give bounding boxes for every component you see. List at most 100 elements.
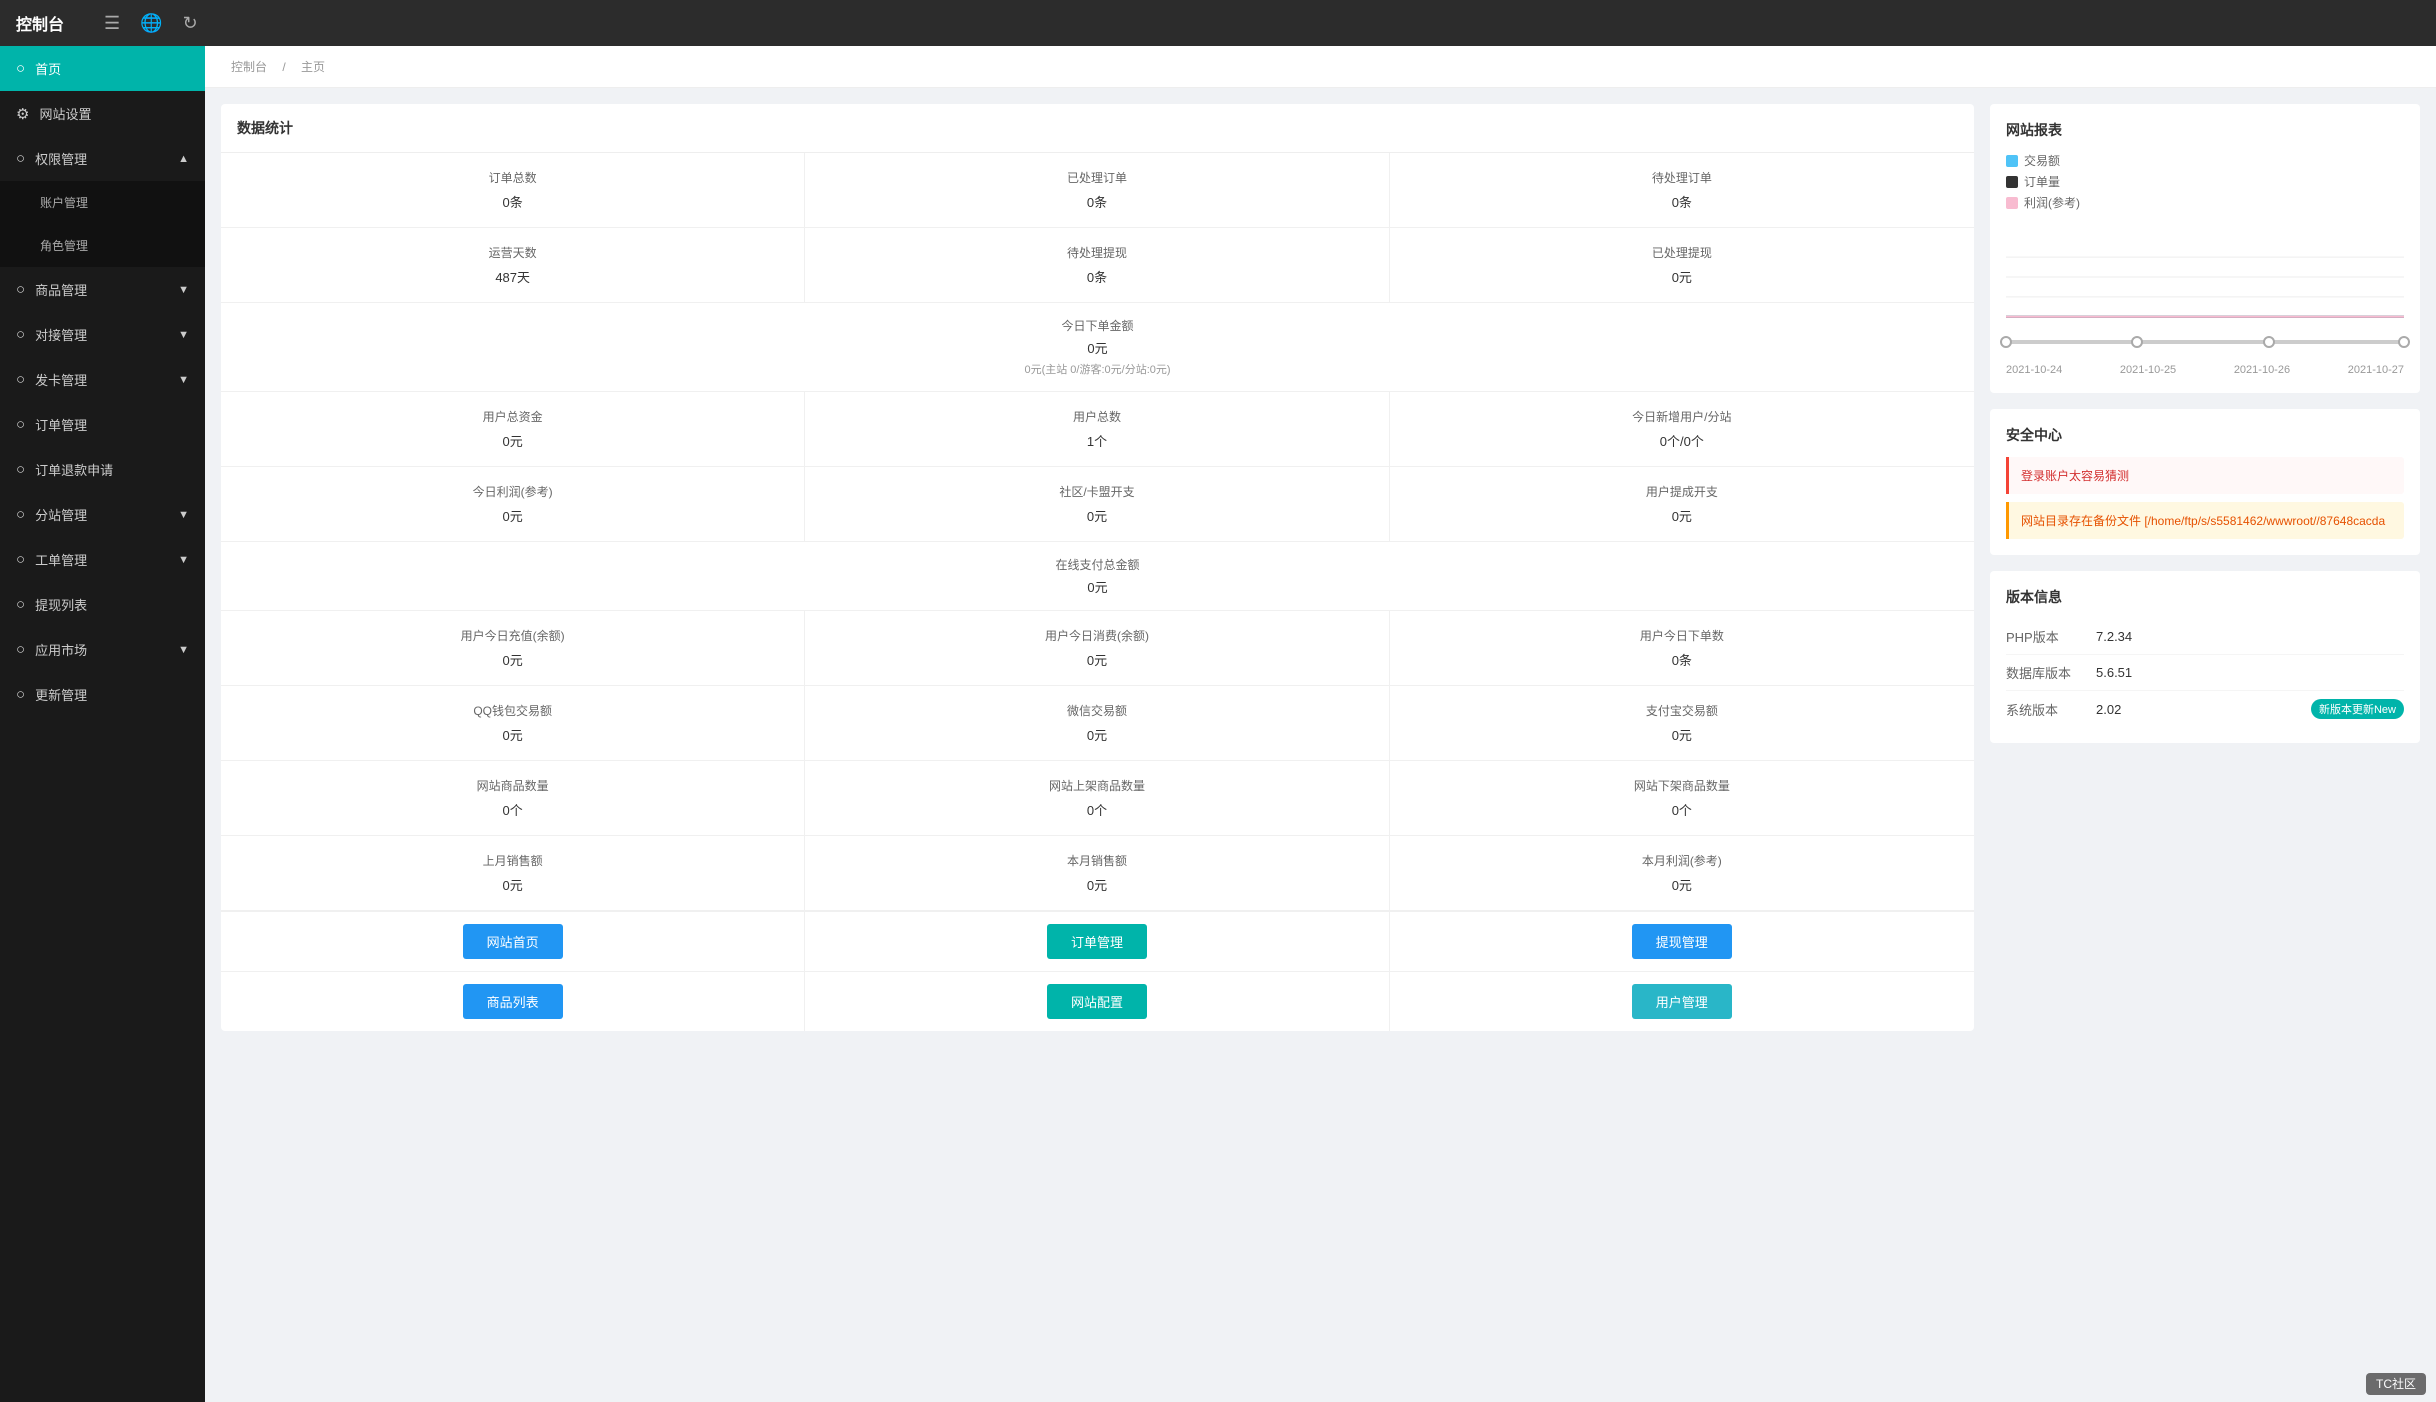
- stats-cell-goods-listed: 网站上架商品数量 0个: [805, 761, 1389, 836]
- stats-cell-goods-total: 网站商品数量 0个: [221, 761, 805, 836]
- security-item-1: 登录账户太容易猜测: [2006, 457, 2404, 494]
- btn-cell-goods-list: 商品列表: [221, 972, 805, 1031]
- goods-icon: ○: [16, 281, 25, 298]
- chart-date-2: 2021-10-25: [2120, 364, 2176, 376]
- btn-site-config[interactable]: 网站配置: [1047, 984, 1147, 1019]
- sidebar-label-update: 更新管理: [35, 685, 87, 704]
- stats-cell-today-amount: 今日下单金额 0元 0元(主站 0/游客:0元/分站:0元): [221, 303, 1974, 392]
- btn-goods-list[interactable]: 商品列表: [463, 984, 563, 1019]
- breadcrumb: 控制台 / 主页: [205, 46, 2436, 88]
- chart-slider-thumb-2[interactable]: [2131, 336, 2143, 348]
- version-badge-new[interactable]: 新版本更新New: [2311, 699, 2404, 719]
- stats-cell-orders-today: 用户今日下单数 0条: [1390, 611, 1974, 686]
- stats-label-withdraw-pending: 待处理提现: [817, 244, 1376, 261]
- sidebar-item-branch[interactable]: ○ 分站管理 ▼: [0, 492, 205, 537]
- legend-label-orders: 订单量: [2024, 173, 2060, 190]
- sidebar-label-order: 订单管理: [35, 415, 87, 434]
- globe-icon[interactable]: 🌐: [140, 13, 162, 34]
- chevron-down-icon4: ▼: [178, 509, 189, 521]
- chevron-down-icon5: ▼: [178, 554, 189, 566]
- btn-cell-withdraw-mgmt: 提现管理: [1390, 912, 1974, 971]
- stats-value-goods-unlisted: 0个: [1402, 800, 1962, 819]
- stats-label-profit-today: 今日利润(参考): [233, 483, 792, 500]
- version-val-system: 2.02: [2096, 702, 2303, 717]
- btn-cell-site-config: 网站配置: [805, 972, 1389, 1031]
- btn-homepage[interactable]: 网站首页: [463, 924, 563, 959]
- stats-value-online-payment: 0元: [233, 577, 1962, 596]
- legend-label-profit: 利润(参考): [2024, 194, 2080, 211]
- btn-cell-homepage: 网站首页: [221, 912, 805, 971]
- home-icon: ○: [16, 60, 25, 77]
- stats-label-user-total: 用户总数: [817, 408, 1376, 425]
- stats-label-goods-listed: 网站上架商品数量: [817, 777, 1376, 794]
- sidebar-label-site-settings: 网站设置: [39, 104, 91, 123]
- stats-value-order-total: 0条: [233, 192, 792, 211]
- sidebar-item-permission[interactable]: ○ 权限管理 ▲: [0, 136, 205, 181]
- sidebar-item-refund[interactable]: ○ 订单退款申请: [0, 447, 205, 492]
- refresh-icon[interactable]: ↻: [183, 13, 198, 34]
- sidebar-item-goods[interactable]: ○ 商品管理 ▼: [0, 267, 205, 312]
- sidebar-item-role[interactable]: 角色管理: [0, 224, 205, 267]
- chart-slider-thumb-left[interactable]: [2000, 336, 2012, 348]
- stats-grid-row8: 上月销售额 0元 本月销售额 0元 本月利润(参考) 0元: [221, 836, 1974, 911]
- stats-value-ops-days: 487天: [233, 267, 792, 286]
- stats-value-consume: 0元: [817, 650, 1376, 669]
- btn-user-mgmt[interactable]: 用户管理: [1632, 984, 1732, 1019]
- legend-item-profit: 利润(参考): [2006, 194, 2404, 211]
- version-row-system: 系统版本 2.02 新版本更新New: [2006, 691, 2404, 727]
- breadcrumb-item-2[interactable]: 主页: [301, 60, 325, 74]
- sidebar-label-permission: 权限管理: [35, 149, 87, 168]
- stats-label-goods-total: 网站商品数量: [233, 777, 792, 794]
- stats-label-this-month-profit: 本月利润(参考): [1402, 852, 1962, 869]
- button-row-1: 网站首页 订单管理 提现管理: [221, 911, 1974, 971]
- menu-icon[interactable]: ☰: [104, 13, 120, 34]
- stats-label-alipay: 支付宝交易额: [1402, 702, 1962, 719]
- sidebar-item-update[interactable]: ○ 更新管理: [0, 672, 205, 717]
- chart-slider-thumb-right[interactable]: [2398, 336, 2410, 348]
- chart-date-4: 2021-10-27: [2348, 364, 2404, 376]
- sidebar-item-home[interactable]: ○ 首页: [0, 46, 205, 91]
- stats-label-today-amount: 今日下单金额: [233, 317, 1962, 334]
- stats-cell-wechat: 微信交易额 0元: [805, 686, 1389, 761]
- breadcrumb-item-1[interactable]: 控制台: [231, 60, 267, 74]
- sidebar-item-site-settings[interactable]: ⚙ 网站设置: [0, 91, 205, 136]
- stats-cell-order-done: 已处理订单 0条: [805, 153, 1389, 228]
- sidebar-item-order[interactable]: ○ 订单管理: [0, 402, 205, 447]
- stats-grid-row4: 今日利润(参考) 0元 社区/卡盟开支 0元 用户提成开支 0元: [221, 467, 1974, 542]
- sidebar-item-workorder[interactable]: ○ 工单管理 ▼: [0, 537, 205, 582]
- branch-icon: ○: [16, 506, 25, 523]
- legend-item-transaction: 交易额: [2006, 152, 2404, 169]
- stats-grid-row5: 用户今日充值(余额) 0元 用户今日消费(余额) 0元 用户今日下单数 0条: [221, 611, 1974, 686]
- stats-value-alipay: 0元: [1402, 725, 1962, 744]
- stats-label-user-fund: 用户总资金: [233, 408, 792, 425]
- stats-value-qq: 0元: [233, 725, 792, 744]
- legend-label-transaction: 交易额: [2024, 152, 2060, 169]
- sidebar-item-appmarket[interactable]: ○ 应用市场 ▼: [0, 627, 205, 672]
- version-key-db: 数据库版本: [2006, 663, 2096, 682]
- right-panel: 网站报表 交易额 订单量 利润(参考): [1990, 104, 2420, 1031]
- stats-cell-withdraw-pending: 待处理提现 0条: [805, 228, 1389, 303]
- stats-panel: 数据统计 订单总数 0条 已处理订单 0条 待处理订单 0条: [221, 104, 1974, 1031]
- stats-cell-user-fund: 用户总资金 0元: [221, 392, 805, 467]
- btn-order-mgmt[interactable]: 订单管理: [1047, 924, 1147, 959]
- stats-title: 数据统计: [221, 104, 1974, 153]
- btn-withdraw-mgmt[interactable]: 提现管理: [1632, 924, 1732, 959]
- version-row-php: PHP版本 7.2.34: [2006, 619, 2404, 655]
- version-val-php: 7.2.34: [2096, 629, 2404, 644]
- stats-value-recharge: 0元: [233, 650, 792, 669]
- sidebar-item-card[interactable]: ○ 发卡管理 ▼: [0, 357, 205, 402]
- security-title: 安全中心: [2006, 425, 2404, 445]
- sidebar-item-account[interactable]: 账户管理: [0, 181, 205, 224]
- sidebar-item-connect[interactable]: ○ 对接管理 ▼: [0, 312, 205, 357]
- refund-icon: ○: [16, 461, 25, 478]
- order-icon: ○: [16, 416, 25, 433]
- sidebar-label-withdraw: 提现列表: [35, 595, 87, 614]
- sidebar-label-home: 首页: [35, 59, 61, 78]
- chart-legend: 交易额 订单量 利润(参考): [2006, 152, 2404, 211]
- stats-cell-qq: QQ钱包交易额 0元: [221, 686, 805, 761]
- stats-value-wechat: 0元: [817, 725, 1376, 744]
- sidebar-item-withdraw[interactable]: ○ 提现列表: [0, 582, 205, 627]
- stats-value-community-cost: 0元: [817, 506, 1376, 525]
- main-content: 控制台 / 主页 数据统计 订单总数 0条 已处理订单 0条: [205, 46, 2436, 1402]
- chart-slider-thumb-3[interactable]: [2263, 336, 2275, 348]
